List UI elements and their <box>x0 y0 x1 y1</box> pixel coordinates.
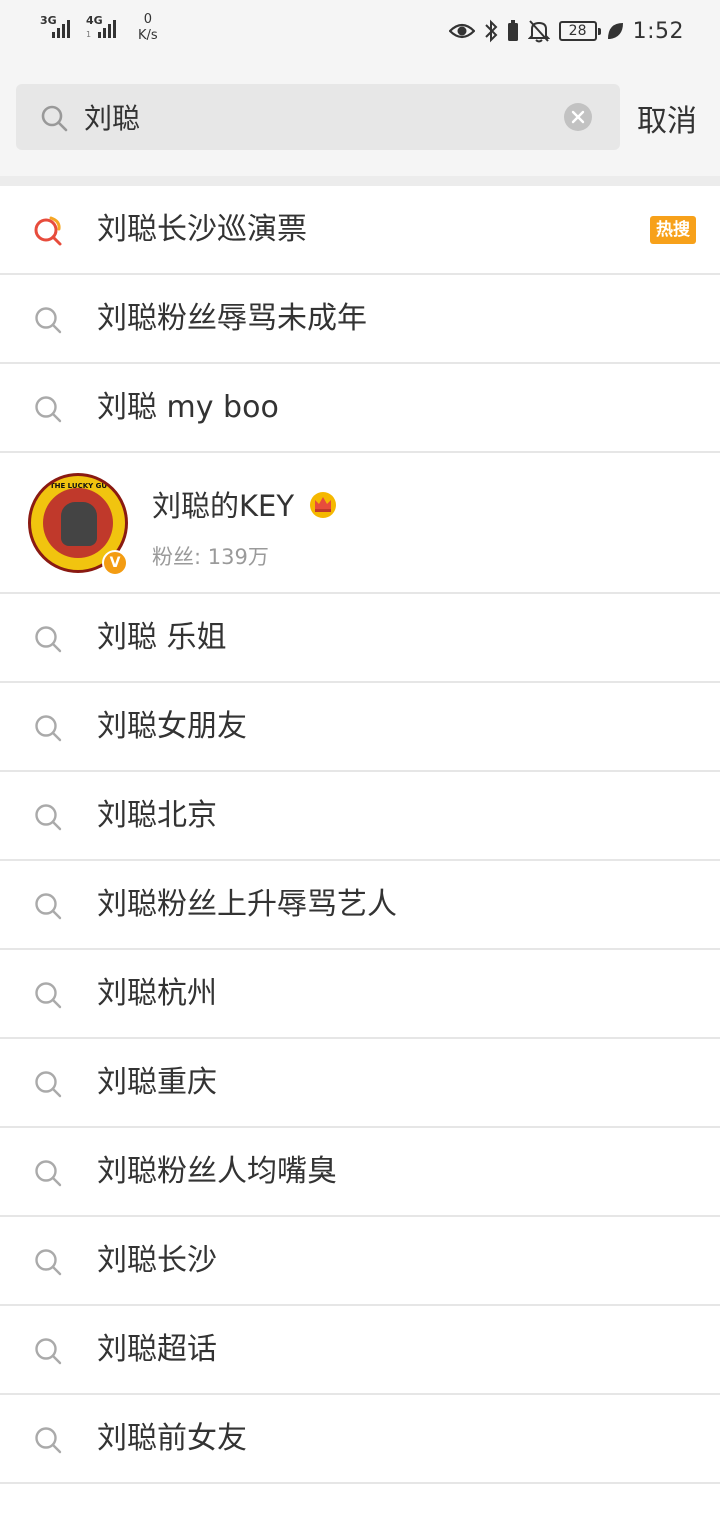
suggestion-item[interactable]: 刘聪粉丝上升辱骂艺人 <box>0 861 720 950</box>
search-icon <box>35 396 62 423</box>
search-icon <box>35 893 62 920</box>
suggestion-item[interactable]: 刘聪 乐姐 <box>0 594 720 683</box>
bluetooth-icon <box>484 19 498 43</box>
battery-small-icon <box>507 20 518 41</box>
bell-off-icon <box>527 20 550 43</box>
search-header: 取消 <box>0 62 720 176</box>
search-icon <box>41 105 68 132</box>
suggestion-item[interactable]: 刘聪长沙巡演票 热搜 <box>0 186 720 275</box>
eye-icon <box>448 23 475 39</box>
suggestion-text: 刘聪 my boo <box>97 390 279 425</box>
status-bar-left: 3G 4G 1 0 K/s <box>40 12 158 52</box>
suggestion-item[interactable]: 刘聪北京 <box>0 772 720 861</box>
suggestion-item[interactable]: 刘聪前女友 <box>0 1395 720 1484</box>
suggestion-item[interactable]: 刘聪杭州 <box>0 950 720 1039</box>
search-icon <box>35 804 62 831</box>
suggestion-item[interactable]: 刘聪粉丝辱骂未成年 <box>0 275 720 364</box>
suggestion-text: 刘聪重庆 <box>97 1065 217 1100</box>
suggestion-text: 刘聪超话 <box>97 1332 217 1367</box>
crown-icon <box>310 492 337 518</box>
leaf-icon <box>607 23 623 39</box>
suggestion-text: 刘聪长沙巡演票 <box>97 212 307 247</box>
search-icon <box>35 982 62 1009</box>
search-icon <box>35 1249 62 1276</box>
search-icon <box>35 715 62 742</box>
search-input[interactable] <box>84 84 554 150</box>
verified-badge: V <box>102 550 128 576</box>
header-divider <box>0 176 720 186</box>
suggestion-text: 刘聪粉丝辱骂未成年 <box>97 301 367 336</box>
close-icon <box>571 110 585 124</box>
suggestion-text: 刘聪粉丝人均嘴臭 <box>97 1154 337 1189</box>
user-name: 刘聪的KEY <box>152 483 338 525</box>
suggestion-item[interactable]: 刘聪长沙 <box>0 1217 720 1306</box>
clear-search-button[interactable] <box>564 103 592 131</box>
suggestion-item[interactable]: 刘聪女朋友 <box>0 683 720 772</box>
suggestion-item[interactable]: 刘聪粉丝人均嘴臭 <box>0 1128 720 1217</box>
suggestion-text: 刘聪女朋友 <box>97 709 247 744</box>
suggestion-text: 刘聪杭州 <box>97 976 217 1011</box>
search-icon <box>35 1338 62 1365</box>
network-speed: 0 K/s <box>138 12 158 43</box>
suggestion-text: 刘聪北京 <box>97 798 217 833</box>
suggestion-item[interactable]: 刘聪 my boo <box>0 364 720 453</box>
suggestion-item[interactable]: 刘聪重庆 <box>0 1039 720 1128</box>
hot-search-icon <box>34 216 62 246</box>
status-bar: 3G 4G 1 0 K/s 28 1:52 <box>0 0 720 62</box>
battery-icon: 28 <box>558 21 601 41</box>
signal-4g-icon: 4G 1 <box>86 12 124 42</box>
search-box[interactable] <box>16 84 620 150</box>
user-fans-count: 粉丝: 139万 <box>152 545 269 569</box>
search-icon <box>35 1427 62 1454</box>
suggestion-text: 刘聪前女友 <box>97 1421 247 1456</box>
suggestion-text: 刘聪 乐姐 <box>97 620 227 655</box>
suggestion-text: 刘聪长沙 <box>97 1243 217 1278</box>
search-icon <box>35 307 62 334</box>
hot-badge: 热搜 <box>650 216 696 244</box>
status-bar-right: 28 1:52 <box>448 14 684 48</box>
suggestion-item[interactable]: 刘聪超话 <box>0 1306 720 1395</box>
cancel-button[interactable]: 取消 <box>637 96 697 140</box>
search-icon <box>35 626 62 653</box>
suggestion-list: 刘聪长沙巡演票 热搜 刘聪粉丝辱骂未成年 刘聪 my boo THE LUCKY… <box>0 186 720 1484</box>
suggestion-text: 刘聪粉丝上升辱骂艺人 <box>97 887 397 922</box>
search-icon <box>35 1160 62 1187</box>
search-icon <box>35 1071 62 1098</box>
signal-3g-icon: 3G <box>40 12 78 42</box>
clock: 1:52 <box>632 18 684 44</box>
user-result-card[interactable]: THE LUCKY GUY V 刘聪的KEY 粉丝: 139万 <box>0 453 720 594</box>
